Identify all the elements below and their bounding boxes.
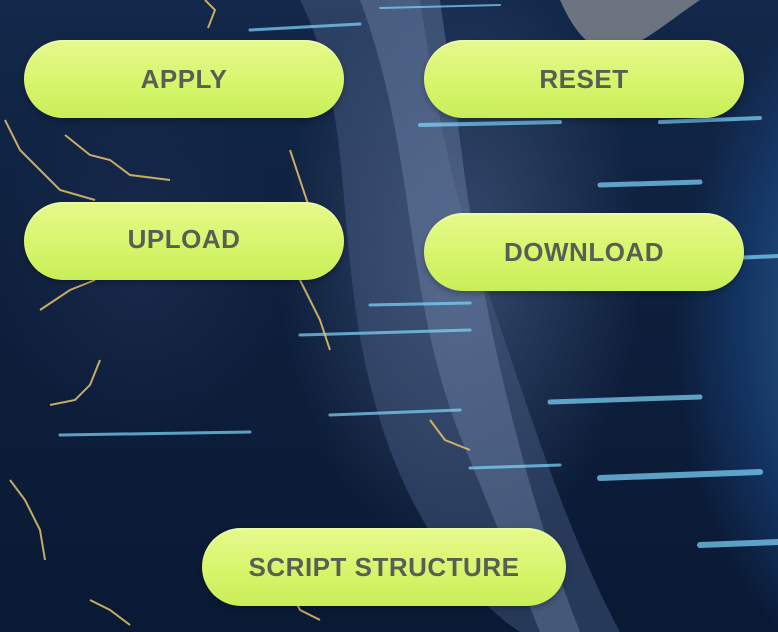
download-button-label: DOWNLOAD	[504, 236, 664, 267]
reset-button[interactable]: RESET	[424, 40, 744, 118]
upload-button[interactable]: UPLOAD	[24, 202, 344, 280]
download-button[interactable]: DOWNLOAD	[424, 213, 744, 291]
reset-button-label: RESET	[539, 63, 629, 94]
upload-button-label: UPLOAD	[127, 223, 241, 254]
script-structure-button-label: SCRIPT STRUCTURE	[248, 551, 520, 582]
apply-button[interactable]: APPLY	[24, 40, 344, 118]
apply-button-label: APPLY	[140, 63, 228, 94]
script-structure-button[interactable]: SCRIPT STRUCTURE	[202, 528, 566, 606]
